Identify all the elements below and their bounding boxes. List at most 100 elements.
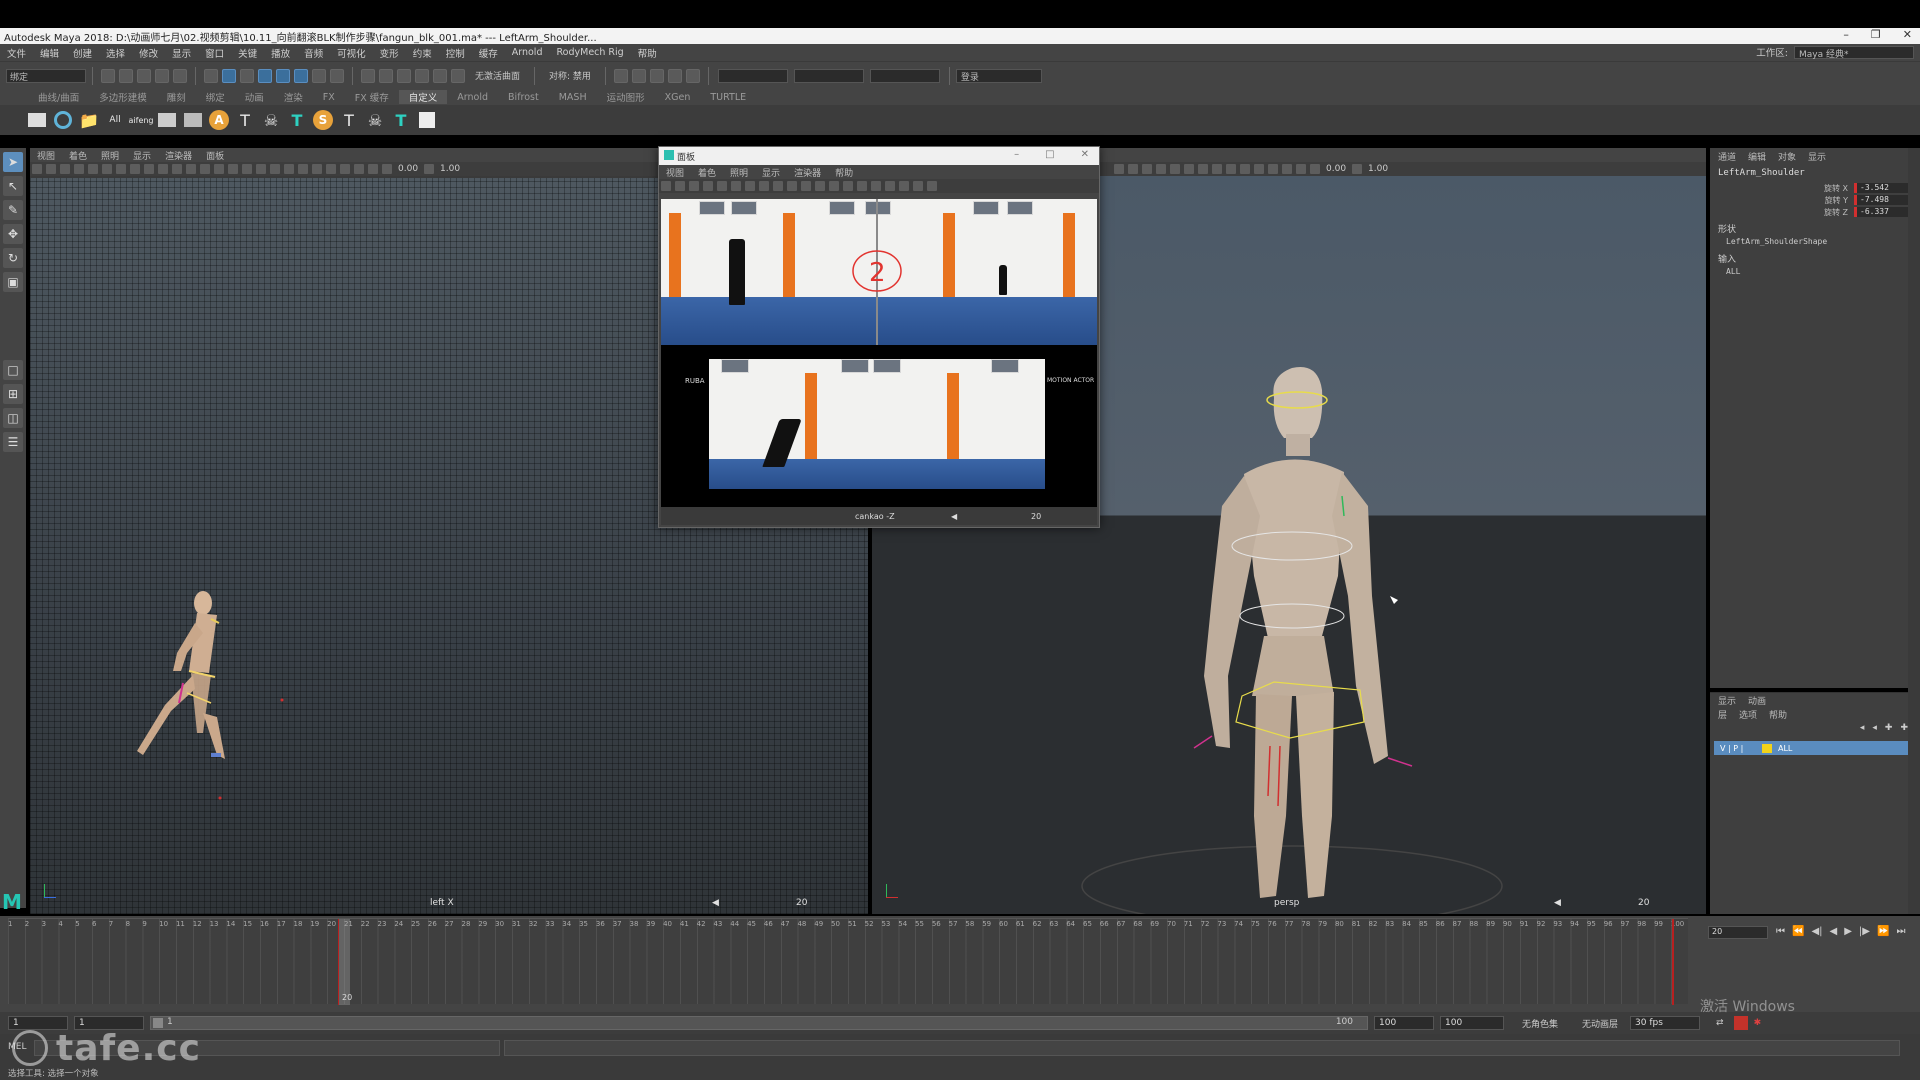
xray-icon[interactable]	[1268, 164, 1278, 174]
smooth-shade-icon[interactable]	[200, 164, 210, 174]
shelf-tab-arnold[interactable]: Arnold	[447, 92, 498, 103]
ipr-icon[interactable]	[649, 68, 664, 83]
textured-icon[interactable]	[228, 164, 238, 174]
minimize-icon[interactable]: –	[1014, 149, 1019, 160]
gate-mask-icon[interactable]	[759, 181, 769, 191]
close-icon[interactable]: ✕	[1903, 28, 1912, 41]
cb-menu-object[interactable]: 对象	[1778, 150, 1796, 163]
grid-icon[interactable]	[88, 164, 98, 174]
select-hierarchy-icon[interactable]	[204, 68, 218, 83]
menu-visualize[interactable]: 可视化	[330, 46, 373, 60]
anim-layer-label[interactable]: 无动画层	[1582, 1017, 1618, 1030]
layer-name[interactable]: ALL	[1778, 744, 1792, 753]
shelf-tab-xgen[interactable]: XGen	[655, 92, 701, 103]
paint-select-icon[interactable]: ✎	[3, 200, 23, 220]
script2-icon[interactable]	[182, 109, 204, 131]
xray-icon[interactable]	[857, 181, 867, 191]
shelf-tab-rigging[interactable]: 绑定	[196, 90, 235, 104]
character-set-label[interactable]: 无角色集	[1522, 1017, 1558, 1030]
xray-joints-icon[interactable]	[354, 164, 364, 174]
safe-title-icon[interactable]	[172, 164, 182, 174]
camera-icon[interactable]	[32, 164, 42, 174]
fp-menu-help[interactable]: 帮助	[828, 166, 860, 179]
teal-t2-icon[interactable]: T	[390, 109, 412, 131]
new-layer-selected-icon[interactable]: ✚	[1900, 723, 1908, 733]
safe-action-icon[interactable]	[158, 164, 168, 174]
script-icon[interactable]	[156, 109, 178, 131]
shelf-tab-mash[interactable]: MASH	[549, 92, 597, 103]
cb-menu-show[interactable]: 显示	[1808, 150, 1826, 163]
lights-icon[interactable]	[242, 164, 252, 174]
wireframe-icon[interactable]	[186, 164, 196, 174]
shape-name[interactable]: LeftArm_ShoulderShape	[1710, 235, 1916, 248]
snap-grid-icon[interactable]	[361, 68, 375, 83]
menu-arnold[interactable]: Arnold	[505, 47, 550, 58]
gamma-value[interactable]: 1.00	[1368, 164, 1388, 174]
tab-anim-layers[interactable]: 动画	[1748, 694, 1766, 707]
channel-row[interactable]: 旋转 Z -6.337	[1710, 206, 1916, 218]
shelf-tab-bifrost[interactable]: Bifrost	[498, 92, 549, 103]
resolution-gate-icon[interactable]	[116, 164, 126, 174]
isolate-icon[interactable]	[326, 164, 336, 174]
channel-value[interactable]: -3.542	[1854, 183, 1908, 193]
fp-menu-lighting[interactable]: 照明	[723, 166, 755, 179]
dof-icon[interactable]	[1240, 164, 1250, 174]
layer-down-icon[interactable]: ◂	[1872, 723, 1877, 733]
floating-panel-window[interactable]: 面板 – □ ✕ 视图 着色 照明 显示 渲染器 帮助 2 RUBA MOTIO…	[658, 146, 1100, 528]
menu-display[interactable]: 显示	[165, 46, 198, 60]
xray-joints-icon[interactable]	[1282, 164, 1292, 174]
aa-icon[interactable]	[298, 164, 308, 174]
channel-row[interactable]: 旋转 Y -7.498	[1710, 194, 1916, 206]
input-name[interactable]: ALL	[1710, 265, 1916, 278]
shadows-icon[interactable]	[829, 181, 839, 191]
outliner-layout-icon[interactable]: ☰	[3, 432, 23, 452]
shelf-tab-rendering[interactable]: 渲染	[274, 90, 313, 104]
wireframe-icon[interactable]	[1114, 164, 1124, 174]
menu-set-select[interactable]: 绑定	[6, 68, 86, 83]
transform-z-field[interactable]	[869, 68, 940, 83]
shadows-icon[interactable]	[256, 164, 266, 174]
smooth-shade-icon[interactable]	[1128, 164, 1138, 174]
tab-display-layers[interactable]: 显示	[1718, 694, 1736, 707]
shelf-tab-fx[interactable]: FX	[313, 92, 345, 103]
t-pose-icon[interactable]: T	[234, 109, 256, 131]
range-start-knob[interactable]	[153, 1018, 163, 1028]
all-icon[interactable]: All	[104, 109, 126, 131]
textured-icon[interactable]	[801, 181, 811, 191]
current-frame-field[interactable]: 20	[1708, 926, 1768, 939]
xray-components-icon[interactable]	[368, 164, 378, 174]
time-ruler[interactable]: 1 2 3 4 5 6 7 8 9 10 11 12 13 14 15 16 17 18 19 20 21 22 23 24 2…	[8, 918, 1688, 1005]
scale-tool-icon[interactable]: ▣	[3, 272, 23, 292]
menu-rodymech[interactable]: RodyMech Rig	[549, 47, 630, 58]
default-material-icon[interactable]	[1142, 164, 1152, 174]
maximize-icon[interactable]: □	[1045, 149, 1054, 160]
channel-object-name[interactable]: LeftArm_Shoulder	[1710, 164, 1916, 182]
cb-menu-channels[interactable]: 通道	[1718, 150, 1736, 163]
ao-icon[interactable]	[270, 164, 280, 174]
t-pose2-icon[interactable]: T	[338, 109, 360, 131]
film-gate-icon[interactable]	[731, 181, 741, 191]
menu-create[interactable]: 创建	[66, 46, 99, 60]
film-gate-icon[interactable]	[102, 164, 112, 174]
redo-icon[interactable]	[173, 68, 187, 83]
minimize-icon[interactable]: –	[1843, 28, 1849, 41]
layer-menu-layers[interactable]: 层	[1718, 708, 1727, 721]
side-tabs-strip[interactable]	[1908, 148, 1920, 914]
safe-title-icon[interactable]	[927, 181, 937, 191]
menu-key[interactable]: 关键	[231, 46, 264, 60]
channel-value[interactable]: -6.337	[1854, 207, 1908, 217]
loop-icon[interactable]: ⇄	[1716, 1018, 1724, 1028]
snap-point-icon[interactable]	[397, 68, 411, 83]
xray-components-icon[interactable]	[885, 181, 895, 191]
mask-surfaces-icon[interactable]	[294, 68, 308, 83]
vp-menu-lighting[interactable]: 照明	[94, 149, 126, 162]
snap-surface-icon[interactable]	[433, 68, 447, 83]
vp-menu-view[interactable]: 视图	[30, 149, 62, 162]
move-tool-icon[interactable]: ✥	[3, 224, 23, 244]
cb-menu-edit[interactable]: 编辑	[1748, 150, 1766, 163]
menu-playback[interactable]: 播放	[264, 46, 297, 60]
cube-icon[interactable]	[416, 109, 438, 131]
render-view-icon[interactable]	[613, 68, 628, 83]
symmetry-label[interactable]: 对称: 禁用	[549, 69, 591, 82]
safe-action-icon[interactable]	[913, 181, 923, 191]
